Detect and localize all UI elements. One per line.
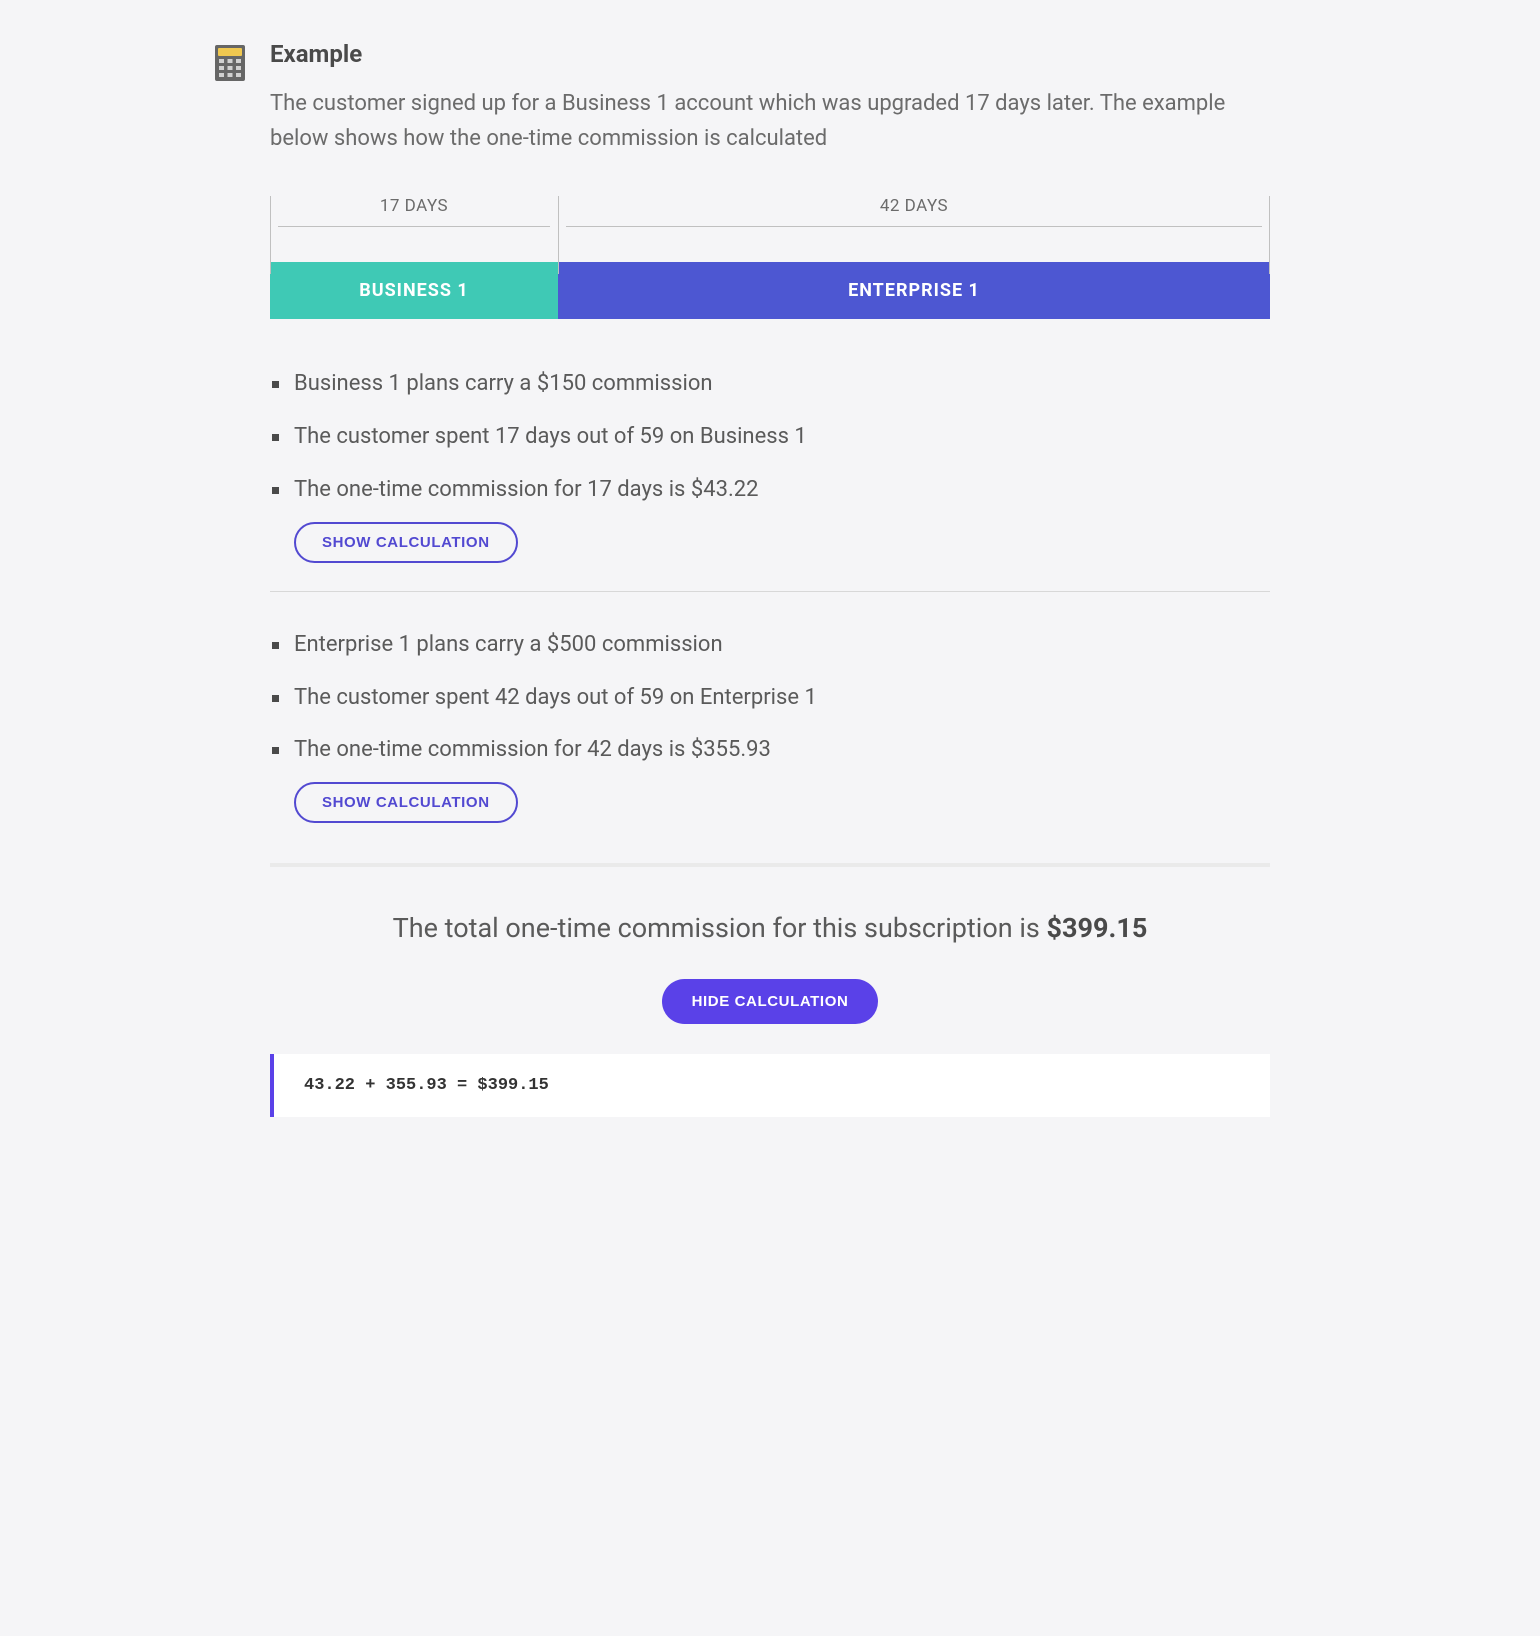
separator-thick xyxy=(270,863,1270,867)
list-item: The one-time commission for 42 days is $… xyxy=(270,735,1270,766)
plan-bar-business: BUSINESS 1 xyxy=(270,262,558,319)
list-item: The customer spent 17 days out of 59 on … xyxy=(270,422,1270,453)
separator xyxy=(270,591,1270,592)
calculation-box: 43.22 + 355.93 = $399.15 xyxy=(270,1054,1270,1117)
timeline-segment-2: 42 DAYS xyxy=(566,196,1262,227)
plan-bars: BUSINESS 1 ENTERPRISE 1 xyxy=(270,262,1270,319)
plan-bar-enterprise: ENTERPRISE 1 xyxy=(558,262,1270,319)
total-commission: The total one-time commission for this s… xyxy=(270,912,1270,944)
list-item: The customer spent 42 days out of 59 on … xyxy=(270,683,1270,714)
timeline: 17 DAYS 42 DAYS xyxy=(270,196,1270,227)
timeline-segment-1: 17 DAYS xyxy=(278,196,550,227)
business-list: Business 1 plans carry a $150 commission… xyxy=(270,369,1270,505)
total-prefix: The total one-time commission for this s… xyxy=(393,912,1047,944)
calculator-icon xyxy=(215,45,245,81)
show-calculation-button-business[interactable]: SHOW CALCULATION xyxy=(294,522,518,563)
show-calculation-button-enterprise[interactable]: SHOW CALCULATION xyxy=(294,782,518,823)
hide-calculation-button[interactable]: HIDE CALCULATION xyxy=(662,979,879,1024)
list-item: The one-time commission for 17 days is $… xyxy=(270,475,1270,506)
total-amount: $399.15 xyxy=(1047,912,1148,944)
list-item: Enterprise 1 plans carry a $500 commissi… xyxy=(270,630,1270,661)
example-intro: The customer signed up for a Business 1 … xyxy=(270,86,1270,156)
enterprise-list: Enterprise 1 plans carry a $500 commissi… xyxy=(270,630,1270,766)
example-heading: Example xyxy=(270,40,1270,68)
list-item: Business 1 plans carry a $150 commission xyxy=(270,369,1270,400)
